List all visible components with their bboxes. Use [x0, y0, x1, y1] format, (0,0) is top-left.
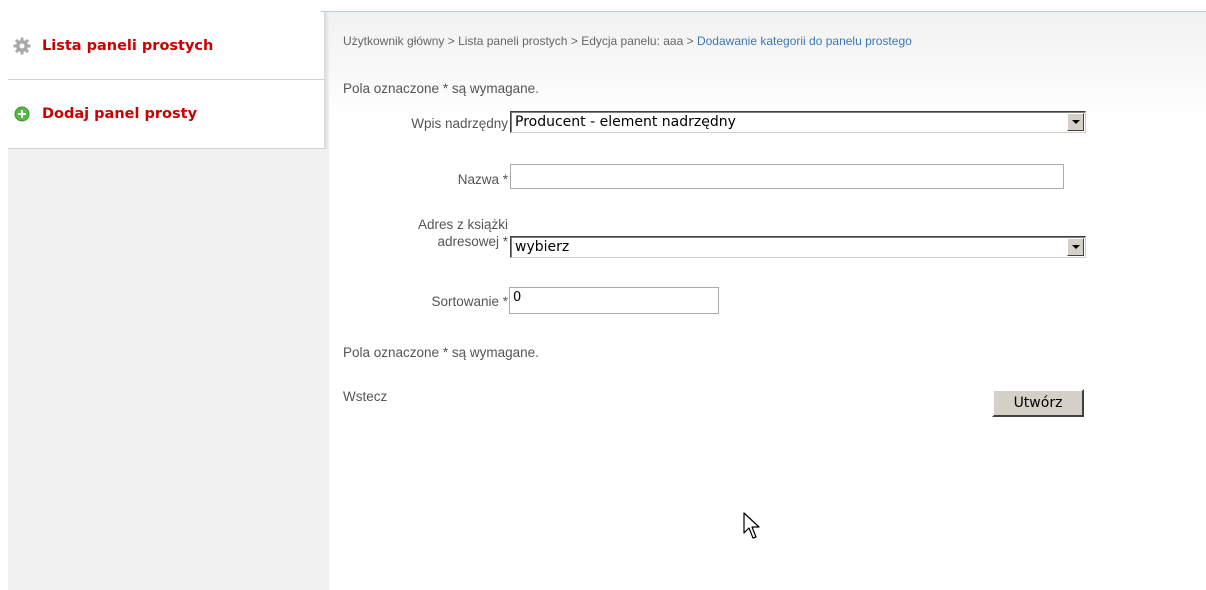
address-label-line2: adresowej *	[437, 234, 508, 249]
create-button[interactable]: Utwórz	[992, 389, 1084, 417]
chevron-down-icon[interactable]	[1067, 113, 1084, 131]
required-fields-note: Pola oznaczone * są wymagane.	[343, 81, 539, 96]
breadcrumb-separator: >	[570, 34, 578, 48]
breadcrumb-separator: >	[447, 34, 455, 48]
main-content: Użytkownik główny > Lista paneli prostyc…	[329, 12, 1206, 590]
chevron-down-icon[interactable]	[1067, 238, 1084, 256]
sort-input[interactable]: 0	[509, 287, 719, 314]
breadcrumb-link-panel-edit[interactable]: Edycja panelu: aaa	[581, 34, 683, 48]
breadcrumb-link-main-user[interactable]: Użytkownik główny	[343, 34, 444, 48]
parent-entry-value: Producent - element nadrzędny	[515, 114, 736, 130]
mouse-pointer-icon	[743, 512, 760, 539]
breadcrumb-separator: >	[686, 34, 694, 48]
name-label: Nazwa *	[457, 172, 508, 187]
add-circle-icon	[12, 104, 32, 124]
back-link[interactable]: Wstecz	[343, 389, 387, 404]
required-fields-note-bottom: Pola oznaczone * są wymagane.	[343, 345, 539, 360]
breadcrumb-link-panel-list[interactable]: Lista paneli prostych	[458, 34, 567, 48]
address-value: wybierz	[515, 239, 570, 255]
address-label-line1: Adres z książki	[417, 217, 508, 232]
parent-entry-label: Wpis nadrzędny	[411, 116, 508, 131]
parent-entry-select[interactable]: Producent - element nadrzędny	[510, 111, 1086, 133]
gear-icon	[12, 36, 32, 56]
sidebar: Lista paneli prostych Dodaj panel prosty	[8, 12, 329, 590]
breadcrumb-current: Dodawanie kategorii do panelu prostego	[696, 34, 912, 48]
sort-label: Sortowanie *	[431, 294, 508, 309]
sidebar-item-panel-list[interactable]: Lista paneli prostych	[8, 12, 324, 80]
address-select[interactable]: wybierz	[510, 236, 1086, 258]
name-input[interactable]	[510, 164, 1064, 189]
sidebar-item-add-panel[interactable]: Dodaj panel prosty	[8, 80, 324, 149]
sidebar-item-label: Lista paneli prostych	[42, 38, 214, 54]
sidebar-item-label: Dodaj panel prosty	[42, 106, 198, 122]
breadcrumb: Użytkownik główny > Lista paneli prostyc…	[343, 34, 912, 48]
